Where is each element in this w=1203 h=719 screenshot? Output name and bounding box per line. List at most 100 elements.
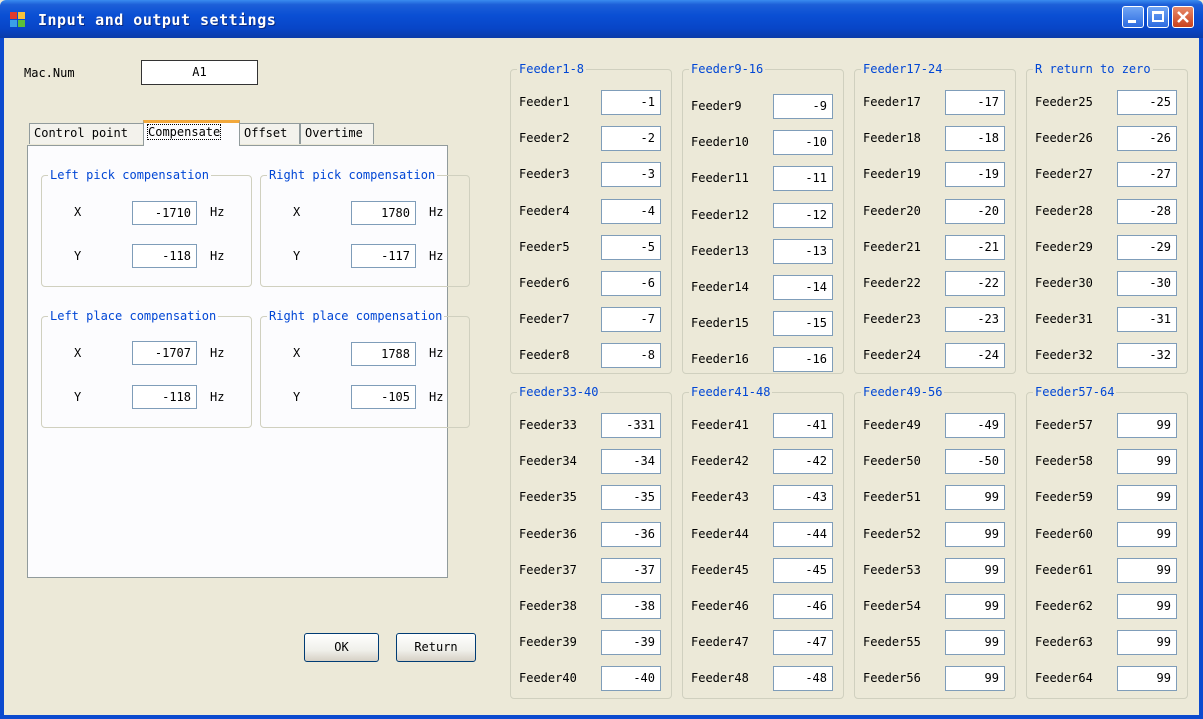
- feeder-value-input[interactable]: -20: [945, 198, 1005, 224]
- feeder-value-input[interactable]: -4: [601, 198, 661, 224]
- mac-num-field[interactable]: A1: [141, 60, 258, 85]
- x-label: X: [293, 346, 301, 360]
- feeder-value-input[interactable]: -29: [1117, 234, 1177, 260]
- feeder-value-input[interactable]: 99: [1117, 413, 1177, 438]
- left-place-x-input[interactable]: -1707: [132, 341, 197, 365]
- feeder-value-input[interactable]: -5: [601, 234, 661, 260]
- feeder-value-input[interactable]: -25: [1117, 90, 1177, 115]
- feeder-value-input[interactable]: -37: [601, 557, 661, 583]
- feeder-value-input[interactable]: -31: [1117, 307, 1177, 333]
- feeder-value-input[interactable]: -16: [773, 347, 833, 373]
- ok-button[interactable]: OK: [304, 633, 379, 662]
- feeder-label: Feeder37: [519, 562, 577, 577]
- feeder-value-input[interactable]: -27: [1117, 162, 1177, 188]
- feeder-value-input[interactable]: -1: [601, 90, 661, 115]
- feeder-value-input[interactable]: -15: [773, 311, 833, 337]
- feeder-value-input[interactable]: -41: [773, 413, 833, 438]
- feeder-value-input[interactable]: 99: [945, 521, 1005, 547]
- feeder-value-input[interactable]: -50: [945, 449, 1005, 475]
- app-icon: [10, 12, 26, 28]
- feeder-value-input[interactable]: 99: [1117, 485, 1177, 511]
- feeder-value-input[interactable]: -47: [773, 630, 833, 656]
- feeder-value-input[interactable]: -49: [945, 413, 1005, 438]
- feeder-label: Feeder5: [519, 239, 570, 254]
- feeder-value-input[interactable]: -331: [601, 413, 661, 438]
- feeder-value-input[interactable]: -13: [773, 238, 833, 264]
- feeder-value-input[interactable]: -10: [773, 130, 833, 156]
- feeder-value-input[interactable]: -11: [773, 166, 833, 192]
- feeder-group-title: Feeder33-40: [517, 385, 601, 399]
- tab-overtime[interactable]: Overtime: [300, 123, 374, 144]
- feeder-value-input[interactable]: -3: [601, 162, 661, 188]
- feeder-value-input[interactable]: -14: [773, 275, 833, 300]
- feeder-value-input[interactable]: 99: [945, 630, 1005, 656]
- feeder-value-input[interactable]: 99: [1117, 557, 1177, 583]
- right-place-x-input[interactable]: 1788: [351, 342, 416, 366]
- feeder-value-input[interactable]: -28: [1117, 198, 1177, 224]
- close-button[interactable]: [1172, 6, 1194, 28]
- feeder-value-input[interactable]: -2: [601, 126, 661, 152]
- feeder-value-input[interactable]: -45: [773, 557, 833, 583]
- feeder-value-input[interactable]: -38: [601, 594, 661, 619]
- window-frame-right: [1199, 38, 1203, 719]
- tab-compensate[interactable]: Compensate: [143, 120, 240, 146]
- feeder-value-input[interactable]: -21: [945, 234, 1005, 260]
- feeder-label: Feeder29: [1035, 239, 1093, 254]
- right-pick-y-input[interactable]: -117: [351, 244, 416, 268]
- minimize-button[interactable]: [1122, 6, 1144, 28]
- feeder-value-input[interactable]: -44: [773, 521, 833, 547]
- feeder-value-input[interactable]: -26: [1117, 126, 1177, 152]
- feeder-value-input[interactable]: 99: [1117, 666, 1177, 692]
- feeder-label: Feeder58: [1035, 454, 1093, 469]
- feeder-label: Feeder19: [863, 167, 921, 182]
- right-place-y-input[interactable]: -105: [351, 385, 416, 409]
- feeder-value-input[interactable]: -42: [773, 449, 833, 475]
- tab-offset[interactable]: Offset: [239, 123, 300, 144]
- feeder-label: Feeder50: [863, 454, 921, 469]
- y-label: Y: [293, 390, 301, 404]
- feeder-value-input[interactable]: 99: [945, 485, 1005, 511]
- feeder-value-input[interactable]: -17: [945, 90, 1005, 115]
- feeder-value-input[interactable]: -24: [945, 343, 1005, 369]
- left-place-y-input[interactable]: -118: [132, 385, 197, 409]
- feeder-value-input[interactable]: 99: [1117, 630, 1177, 656]
- feeder-label: Feeder17: [863, 95, 921, 109]
- feeder-value-input[interactable]: 99: [1117, 594, 1177, 619]
- feeder-value-input[interactable]: -8: [601, 343, 661, 369]
- feeder-value-input[interactable]: -9: [773, 94, 833, 119]
- feeder-value-input[interactable]: -23: [945, 307, 1005, 333]
- tab-control-point[interactable]: Control point: [29, 123, 144, 144]
- feeder-value-input[interactable]: -39: [601, 630, 661, 656]
- feeder-value-input[interactable]: 99: [1117, 449, 1177, 475]
- left-pick-y-input[interactable]: -118: [132, 244, 197, 268]
- feeder-value-input[interactable]: 99: [945, 666, 1005, 692]
- feeder-value-input[interactable]: -6: [601, 271, 661, 296]
- unit-label: Hz: [210, 249, 225, 263]
- return-button[interactable]: Return: [396, 633, 476, 662]
- right-pick-x-input[interactable]: 1780: [351, 201, 416, 225]
- left-pick-title: Left pick compensation: [48, 168, 211, 182]
- maximize-button[interactable]: [1147, 6, 1169, 28]
- feeder-value-input[interactable]: -7: [601, 307, 661, 333]
- feeder-value-input[interactable]: -48: [773, 666, 833, 692]
- feeder-value-input[interactable]: -19: [945, 162, 1005, 188]
- feeder-value-input[interactable]: 99: [1117, 521, 1177, 547]
- feeder-value-input[interactable]: -18: [945, 126, 1005, 152]
- unit-label: Hz: [429, 390, 444, 404]
- feeder-value-input[interactable]: -35: [601, 485, 661, 511]
- feeder-label: Feeder20: [863, 203, 921, 218]
- unit-label: Hz: [429, 249, 444, 263]
- feeder-value-input[interactable]: -22: [945, 271, 1005, 296]
- feeder-value-input[interactable]: -36: [601, 521, 661, 547]
- left-pick-x-input[interactable]: -1710: [132, 201, 197, 225]
- feeder-label: Feeder36: [519, 526, 577, 541]
- feeder-value-input[interactable]: -12: [773, 202, 833, 228]
- feeder-value-input[interactable]: -43: [773, 485, 833, 511]
- feeder-value-input[interactable]: -34: [601, 449, 661, 475]
- feeder-value-input[interactable]: -46: [773, 594, 833, 619]
- feeder-value-input[interactable]: 99: [945, 557, 1005, 583]
- feeder-value-input[interactable]: -32: [1117, 343, 1177, 369]
- feeder-value-input[interactable]: -30: [1117, 271, 1177, 296]
- feeder-value-input[interactable]: -40: [601, 666, 661, 692]
- feeder-value-input[interactable]: 99: [945, 594, 1005, 619]
